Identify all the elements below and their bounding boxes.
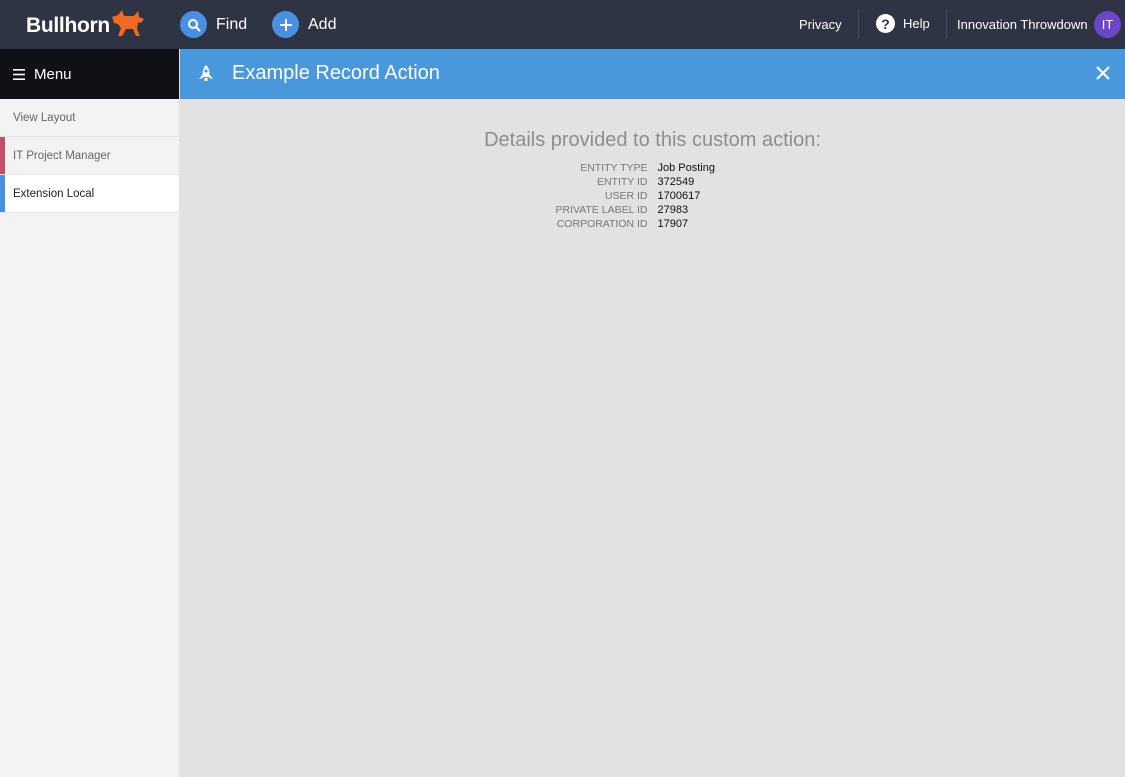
sidebar-item-it-project-manager[interactable]: IT Project Manager [0,137,179,175]
hamburger-icon [13,68,25,80]
detail-key: PRIVATE LABEL ID [555,204,648,216]
find-label: Find [216,15,248,33]
sidebar-item-label: Extension Local [13,187,95,200]
detail-key: USER ID [604,190,648,202]
divider [946,10,947,39]
detail-row-private-label-id: PRIVATE LABEL ID 27983 [180,203,1125,217]
find-button[interactable]: Find [180,11,247,38]
rocket-icon [199,65,213,81]
close-icon[interactable] [1096,66,1110,80]
avatar[interactable]: IT [1094,11,1121,38]
action-header: Example Record Action [180,49,1125,99]
detail-key: CORPORATION ID [556,218,648,230]
detail-value: 1700617 [657,190,701,202]
detail-row-corporation-id: CORPORATION ID 17907 [180,217,1125,231]
help-label: Help [903,16,930,31]
main-content: Details provided to this custom action: … [180,99,1125,777]
search-icon [180,11,207,38]
detail-value: 372549 [657,176,695,188]
detail-value: 17907 [657,218,689,230]
details-list: ENTITY TYPE Job Posting ENTITY ID 372549… [180,161,1125,231]
sidebar-item-label: IT Project Manager [13,149,111,162]
sidebar: Menu View Layout IT Project Manager Exte… [0,49,180,777]
help-button[interactable]: ? Help [876,14,930,33]
top-navigation-bar: Bullhorn Find Add Privacy ? Help Innovat… [0,0,1125,49]
sidebar-item-label: View Layout [13,111,76,124]
sidebar-item-color-bar [0,175,5,212]
add-label: Add [308,15,337,33]
plus-icon [272,11,299,38]
page-title: Example Record Action [232,62,440,84]
detail-row-user-id: USER ID 1700617 [180,189,1125,203]
detail-row-entity-type: ENTITY TYPE Job Posting [180,161,1125,175]
privacy-link[interactable]: Privacy [799,17,842,32]
menu-label: Menu [34,65,72,83]
add-button[interactable]: Add [272,11,336,38]
bullhorn-logo[interactable]: Bullhorn [26,10,148,41]
divider [858,10,859,39]
detail-key: ENTITY ID [596,176,648,188]
sidebar-item-view-layout[interactable]: View Layout [0,99,179,137]
menu-toggle[interactable]: Menu [0,49,179,99]
detail-value: Job Posting [657,162,715,174]
detail-row-entity-id: ENTITY ID 372549 [180,175,1125,189]
help-icon: ? [876,14,895,33]
bull-icon [111,10,144,36]
sidebar-item-extension-local[interactable]: Extension Local [0,175,179,213]
user-name[interactable]: Innovation Throwdown [957,17,1088,32]
detail-value: 27983 [657,204,689,216]
detail-key: ENTITY TYPE [580,162,648,174]
details-title: Details provided to this custom action: [484,129,821,151]
logo-text: Bullhorn [26,14,110,37]
sidebar-item-color-bar [0,137,5,174]
